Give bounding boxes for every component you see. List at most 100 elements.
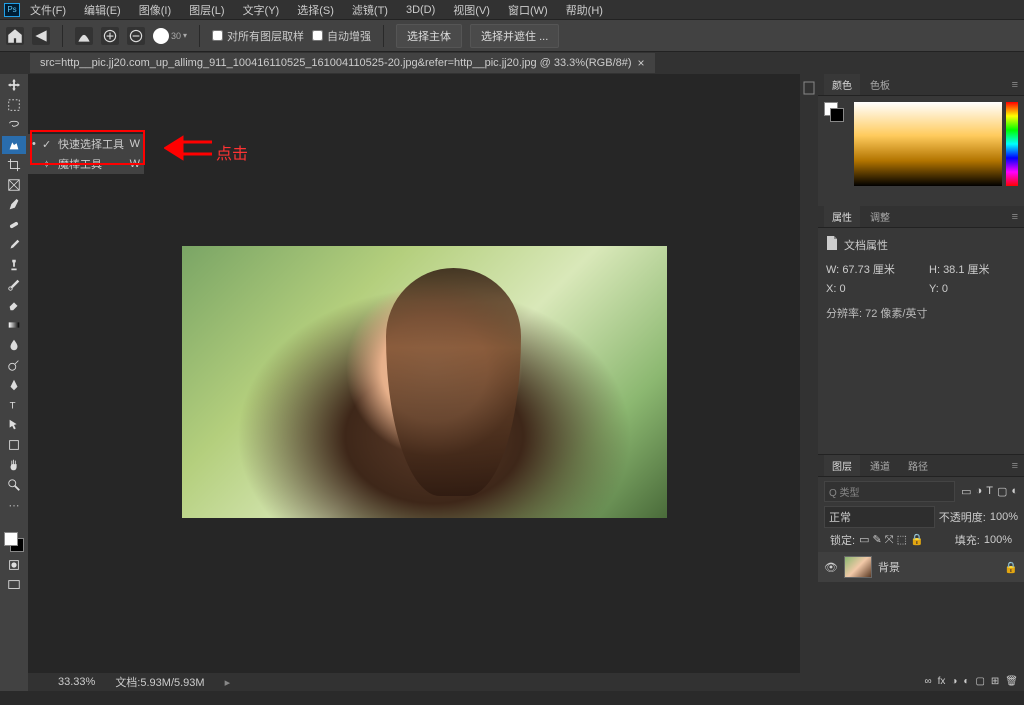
tab-swatches[interactable]: 色板 <box>862 74 898 95</box>
menu-image[interactable]: 图像(I) <box>131 0 179 20</box>
document-icon <box>826 236 838 253</box>
quick-mask-tool[interactable] <box>2 556 26 574</box>
layer-row[interactable]: 👁 背景 🔒 <box>818 552 1024 582</box>
layer-filter[interactable]: Q 类型 <box>824 481 955 502</box>
link-layers-icon[interactable]: ∞ <box>924 676 931 687</box>
trash-icon[interactable]: 🗑 <box>1005 676 1018 687</box>
tab-adjustments[interactable]: 调整 <box>862 206 898 227</box>
layers-panel-header: 图层 通道 路径 ≡ <box>818 455 1024 477</box>
eraser-tool[interactable] <box>2 296 26 314</box>
menu-layer[interactable]: 图层(L) <box>181 0 232 20</box>
menu-select[interactable]: 选择(S) <box>289 0 342 20</box>
tool-preset-icon[interactable] <box>75 27 93 45</box>
screen-mode-tool[interactable] <box>2 576 26 594</box>
hue-strip[interactable] <box>1006 102 1018 186</box>
brush-size[interactable]: 30 ▾ <box>153 28 187 44</box>
color-panel-swatches[interactable] <box>824 102 848 130</box>
home-icon[interactable] <box>6 27 24 45</box>
lock-icons[interactable]: ▭ ✎ ⤧ ⬚ 🔒 <box>859 533 924 547</box>
zoom-level[interactable]: 33.33% <box>58 676 95 688</box>
tab-layers[interactable]: 图层 <box>824 455 860 476</box>
menu-file[interactable]: 文件(F) <box>22 0 74 20</box>
toolbox: T ⋯ <box>0 74 28 691</box>
dodge-tool[interactable] <box>2 356 26 374</box>
blur-tool[interactable] <box>2 336 26 354</box>
fx-icon[interactable]: fx <box>938 676 946 687</box>
panel-menu-icon[interactable]: ≡ <box>1006 79 1024 91</box>
new-layer-icon[interactable]: ⊞ <box>991 676 999 687</box>
panel-menu-icon[interactable]: ≡ <box>1006 211 1024 223</box>
close-tab-icon[interactable]: × <box>638 56 645 70</box>
menu-edit[interactable]: 编辑(E) <box>76 0 129 20</box>
layer-thumbnail[interactable] <box>844 556 872 578</box>
marquee-tool[interactable] <box>2 96 26 114</box>
blend-mode-select[interactable]: 正常 <box>824 506 935 528</box>
type-tool[interactable]: T <box>2 396 26 414</box>
add-selection-icon[interactable] <box>101 27 119 45</box>
stamp-tool[interactable] <box>2 256 26 274</box>
gradient-tool[interactable] <box>2 316 26 334</box>
move-tool[interactable] <box>2 76 26 94</box>
select-subject-button[interactable]: 选择主体 <box>396 24 462 48</box>
pen-tool[interactable] <box>2 376 26 394</box>
layer-filter-icons[interactable]: ▭◑T▢◐ <box>961 485 1018 498</box>
menu-type[interactable]: 文字(Y) <box>235 0 288 20</box>
zoom-tool[interactable] <box>2 476 26 494</box>
brush-preview-icon <box>153 28 169 44</box>
adjustment-icon[interactable]: ◐ <box>963 676 969 687</box>
prop-width: W: 67.73 厘米 <box>826 261 913 277</box>
path-select-tool[interactable] <box>2 416 26 434</box>
collapsed-panel-icon[interactable] <box>802 78 816 98</box>
brush-tool[interactable] <box>2 236 26 254</box>
document-canvas[interactable] <box>182 246 667 518</box>
properties-title: 文档属性 <box>844 237 888 253</box>
color-field[interactable] <box>854 102 1002 186</box>
status-bar: 33.33% 文档:5.93M/5.93M ▸ <box>28 673 800 691</box>
tab-channels[interactable]: 通道 <box>862 455 898 476</box>
menu-view[interactable]: 视图(V) <box>445 0 498 20</box>
frame-tool[interactable] <box>2 176 26 194</box>
shape-tool[interactable] <box>2 436 26 454</box>
color-panel-header: 颜色 色板 ≡ <box>818 74 1024 96</box>
lock-icon[interactable]: 🔒 <box>1004 561 1018 574</box>
fill-value[interactable]: 100% <box>984 534 1012 546</box>
color-swatches[interactable] <box>2 530 26 554</box>
auto-enhance-checkbox[interactable]: 自动增强 <box>312 28 371 44</box>
tab-properties[interactable]: 属性 <box>824 206 860 227</box>
crop-tool[interactable] <box>2 156 26 174</box>
tab-color[interactable]: 颜色 <box>824 74 860 95</box>
menu-window[interactable]: 窗口(W) <box>500 0 556 20</box>
hand-tool[interactable] <box>2 456 26 474</box>
panel-menu-icon[interactable]: ≡ <box>1006 460 1024 472</box>
subtract-selection-icon[interactable] <box>127 27 145 45</box>
menu-help[interactable]: 帮助(H) <box>558 0 611 20</box>
sample-all-layers-checkbox[interactable]: 对所有图层取样 <box>212 28 304 44</box>
quick-select-tool[interactable] <box>2 136 26 154</box>
status-chevron-icon[interactable]: ▸ <box>225 676 231 689</box>
opacity-value[interactable]: 100% <box>990 511 1018 523</box>
flyout-quick-select[interactable]: • ✓ 快速选择工具 W <box>28 134 144 154</box>
share-icon[interactable] <box>32 27 50 45</box>
layers-bottom-bar: ∞ fx ◑ ◐ ▢ ⊞ 🗑 <box>818 672 1024 691</box>
edit-toolbar[interactable]: ⋯ <box>2 496 26 514</box>
eyedropper-tool[interactable] <box>2 196 26 214</box>
healing-tool[interactable] <box>2 216 26 234</box>
lasso-tool[interactable] <box>2 116 26 134</box>
brush-size-value: 30 <box>171 31 181 41</box>
document-tab[interactable]: src=http__pic.jj20.com_up_allimg_911_100… <box>30 53 655 73</box>
history-brush-tool[interactable] <box>2 276 26 294</box>
foreground-color[interactable] <box>4 532 18 546</box>
properties-panel-header: 属性 调整 ≡ <box>818 206 1024 228</box>
select-and-mask-button[interactable]: 选择并遮住 ... <box>470 24 559 48</box>
menu-filter[interactable]: 滤镜(T) <box>344 0 396 20</box>
tab-paths[interactable]: 路径 <box>900 455 936 476</box>
layer-name[interactable]: 背景 <box>878 559 900 575</box>
lock-label: 锁定: <box>830 532 855 548</box>
menu-3d[interactable]: 3D(D) <box>398 2 443 18</box>
document-tab-bar: src=http__pic.jj20.com_up_allimg_911_100… <box>0 52 1024 74</box>
visibility-icon[interactable]: 👁 <box>824 561 838 574</box>
flyout-magic-wand[interactable]: ✧ 魔棒工具 W <box>28 154 144 174</box>
group-icon[interactable]: ▢ <box>975 676 984 687</box>
quick-select-icon: ✓ <box>42 138 54 151</box>
mask-icon[interactable]: ◑ <box>951 676 957 687</box>
